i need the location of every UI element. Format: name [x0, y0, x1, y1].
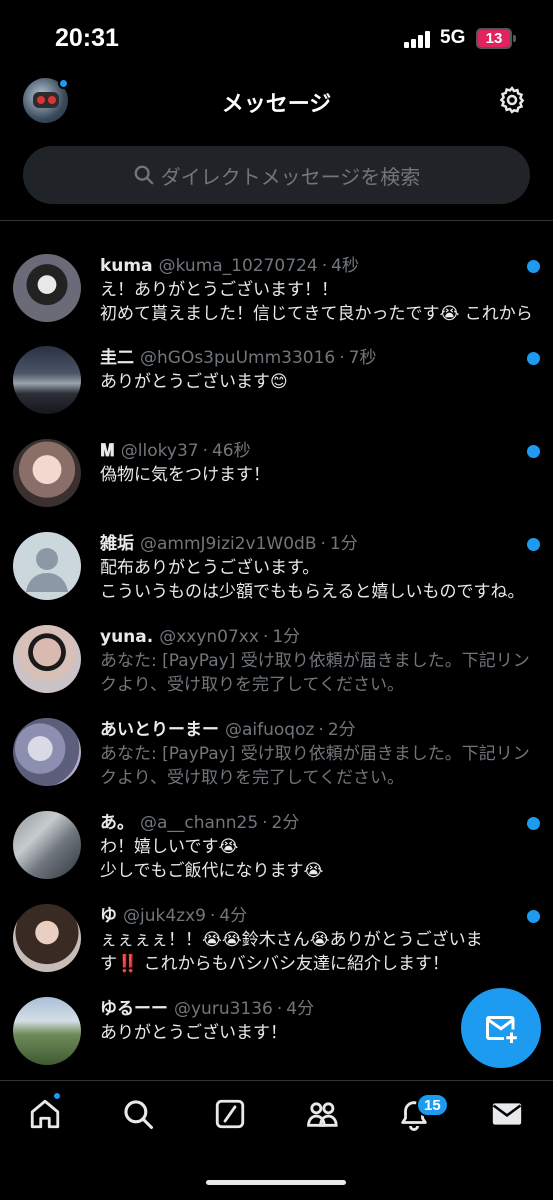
- avatar: [13, 997, 81, 1065]
- status-time: 20:31: [55, 24, 119, 52]
- new-message-icon: [486, 1016, 517, 1043]
- communities-icon[interactable]: [305, 1097, 339, 1131]
- message-time: 1分: [329, 534, 358, 554]
- messages-envelope-icon[interactable]: [490, 1097, 524, 1131]
- sender-name: あ。: [100, 813, 134, 833]
- avatar: [13, 904, 81, 972]
- home-notification-dot: [52, 1091, 62, 1101]
- battery-level: 13: [485, 30, 503, 47]
- sender-name: 圭二: [100, 348, 134, 368]
- sender-name: ゆるーー: [100, 999, 168, 1019]
- search-icon: [134, 165, 154, 185]
- message-time: 4分: [219, 906, 248, 926]
- sender-handle: @a__chann25: [140, 813, 259, 833]
- new-message-button[interactable]: [461, 988, 541, 1068]
- avatar: [13, 346, 81, 414]
- message-preview: え！ありがとうございます！！ 初めて貰えました！信じてきて良かったです😭 これか…: [100, 280, 533, 324]
- grok-icon[interactable]: [213, 1097, 247, 1131]
- home-icon[interactable]: [28, 1097, 62, 1131]
- unread-dot: [527, 260, 540, 273]
- sender-handle: @yuru3136: [174, 999, 273, 1019]
- sender-handle: @aifuoqoz: [225, 720, 315, 740]
- message-preview: 配布ありがとうございます。 こういうものは少額でももらえると嬉しいものですね。: [100, 558, 525, 602]
- unread-dot: [527, 538, 540, 551]
- sender-name: あいとりーまー: [100, 720, 219, 740]
- status-bar: 20:31 5G 13: [0, 0, 553, 70]
- unread-dot: [527, 910, 540, 923]
- message-preview: あなた: [PayPay] 受け取り依頼が届きました。下記リン クより、受け取り…: [100, 744, 530, 788]
- message-preview: 偽物に気をつけます！: [100, 465, 270, 485]
- avatar: [13, 254, 81, 322]
- settings-gear-icon[interactable]: [497, 85, 527, 115]
- avatar: [13, 439, 81, 507]
- sender-handle: @lloky37: [120, 441, 199, 461]
- network-type: 5G: [440, 27, 466, 48]
- search-placeholder: ダイレクトメッセージを検索: [160, 164, 421, 189]
- search-bar[interactable]: ダイレクトメッセージを検索: [23, 146, 530, 204]
- message-time: 7秒: [348, 348, 377, 368]
- message-preview: あなた: [PayPay] 受け取り依頼が届きました。下記リン クより、受け取り…: [100, 651, 530, 695]
- sender-handle: @kuma_10270724: [158, 256, 318, 276]
- unread-dot: [527, 817, 540, 830]
- unread-dot: [527, 352, 540, 365]
- home-indicator: [206, 1180, 346, 1185]
- message-preview: わ！嬉しいです😭 少しでもご飯代になります😭: [100, 837, 324, 881]
- sender-name: yuna.: [100, 627, 154, 647]
- sender-handle: @hGOs3puUmm33016: [140, 348, 336, 368]
- message-time: 2分: [327, 720, 356, 740]
- message-time: 4秒: [331, 256, 359, 276]
- sender-handle: @xxyn07xx: [159, 627, 259, 647]
- message-time: 2分: [271, 813, 300, 833]
- avatar: [13, 625, 81, 693]
- page-title: メッセージ: [221, 92, 332, 117]
- signal-icon: [404, 30, 434, 48]
- header: メッセージ: [0, 70, 553, 132]
- message-time: 1分: [272, 627, 301, 647]
- sender-name: kuma: [100, 256, 153, 276]
- sender-name: ゆ: [100, 906, 117, 926]
- search-nav-icon[interactable]: [121, 1097, 155, 1131]
- divider: [0, 220, 553, 221]
- avatar: [13, 718, 81, 786]
- message-preview: ありがとうございます😊: [100, 372, 288, 392]
- unread-dot: [527, 445, 540, 458]
- message-time: 4分: [286, 999, 315, 1019]
- message-time: 46秒: [211, 441, 251, 461]
- notifications-badge: 15: [416, 1093, 449, 1117]
- message-preview: ぇぇぇぇ！！😭😭鈴木さん😭ありがとうございま す‼️ これからもバシバシ友達に紹…: [100, 930, 483, 974]
- default-avatar-icon: [26, 548, 68, 592]
- sender-name: 𝐌: [100, 441, 115, 461]
- sender-handle: @juk4zx9: [123, 906, 206, 926]
- sender-name: 雑垢: [100, 534, 134, 554]
- avatar: [13, 532, 81, 600]
- battery-icon: 13: [476, 28, 516, 49]
- avatar: [13, 811, 81, 879]
- sender-handle: @ammJ9izi2v1W0dB: [140, 534, 317, 554]
